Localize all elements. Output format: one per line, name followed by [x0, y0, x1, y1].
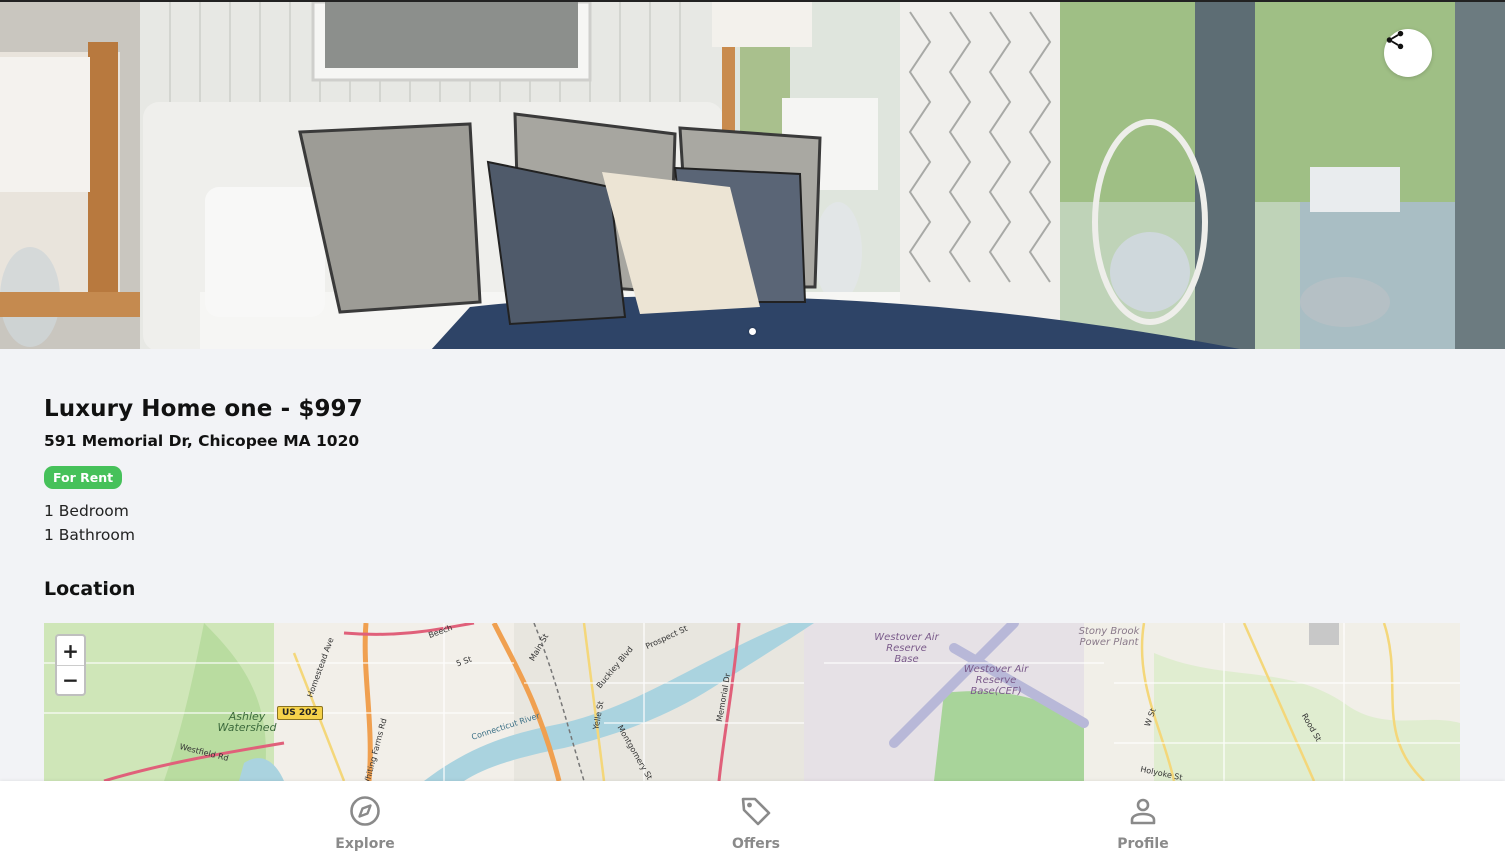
- listing-photo[interactable]: [0, 0, 1505, 349]
- tag-icon: [741, 797, 771, 826]
- zoom-out-button[interactable]: −: [57, 665, 84, 694]
- compass-icon: [350, 796, 380, 826]
- nav-profile[interactable]: Profile: [1083, 795, 1203, 852]
- map-label-ashley: Ashley Watershed: [217, 710, 277, 734]
- nav-profile-label: Profile: [1117, 836, 1169, 852]
- map-tiles: [44, 623, 1460, 781]
- listing-specs: 1 Bedroom 1 Bathroom: [44, 499, 1460, 547]
- map-label-stony-brook: Stony Brook Power Plant: [1078, 626, 1140, 648]
- share-button[interactable]: [1384, 29, 1432, 77]
- location-heading: Location: [44, 578, 136, 600]
- location-map[interactable]: Westover Air Reserve Base Westover Air R…: [44, 623, 1460, 781]
- listing-title: Luxury Home one - $997: [44, 396, 363, 422]
- map-label-westover-base: Westover Air Reserve Base: [874, 632, 939, 665]
- zoom-in-button[interactable]: +: [57, 636, 84, 665]
- map-label-westover-cef: Westover Air Reserve Base(CEF): [963, 664, 1029, 697]
- nav-explore-label: Explore: [335, 836, 395, 852]
- nav-offers-label: Offers: [732, 836, 780, 852]
- nav-offers[interactable]: Offers: [696, 795, 816, 852]
- map-zoom-control: + −: [55, 634, 86, 696]
- listing-details: Luxury Home one - $997 591 Memorial Dr, …: [44, 396, 1460, 547]
- listing-address: 591 Memorial Dr, Chicopee MA 1020: [44, 432, 360, 450]
- bottom-navigation: Explore Offers Profile: [0, 781, 1505, 864]
- bedroom-photo-illustration: [0, 2, 1505, 349]
- route-shield: US 202: [277, 706, 323, 720]
- carousel-dot-active[interactable]: [749, 328, 756, 335]
- person-icon: [1130, 798, 1156, 825]
- status-badge: For Rent: [44, 466, 123, 489]
- carousel-indicator: [0, 328, 1505, 338]
- bedroom-count: 1 Bedroom: [44, 502, 129, 520]
- share-icon: [1386, 30, 1404, 50]
- bathroom-count: 1 Bathroom: [44, 526, 135, 544]
- nav-explore[interactable]: Explore: [305, 795, 425, 852]
